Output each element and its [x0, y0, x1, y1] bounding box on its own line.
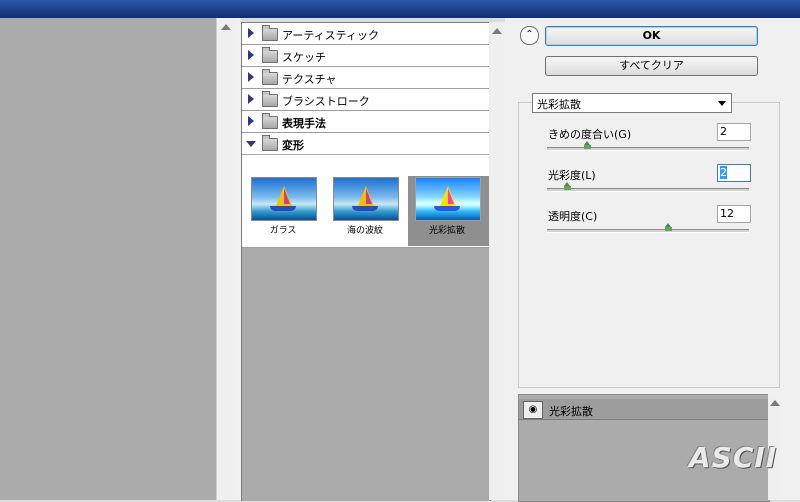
eye-icon[interactable]: ◉ — [523, 401, 543, 419]
parameters-panel — [518, 102, 780, 388]
folder-icon — [262, 25, 278, 41]
expand-triangle-icon[interactable] — [248, 72, 254, 82]
double-chevron-up-icon[interactable]: ⌃ — [520, 26, 539, 45]
category-label: スケッチ — [282, 51, 326, 64]
hull-shape — [352, 206, 378, 211]
window-title-bar — [0, 0, 800, 18]
effect-layer-name: 光彩拡散 — [549, 405, 593, 418]
slider-knob[interactable] — [665, 223, 672, 231]
scroll-up-arrow-icon[interactable] — [221, 24, 231, 30]
category-artistic[interactable]: アーティスティック — [242, 23, 490, 45]
scroll-up-arrow-icon[interactable] — [770, 400, 780, 406]
slider-knob[interactable] — [584, 141, 591, 149]
slider-knob[interactable] — [564, 182, 571, 190]
folder-icon — [262, 69, 278, 85]
category-texture[interactable]: テクスチャ — [242, 67, 490, 89]
expand-triangle-icon[interactable] — [248, 28, 254, 38]
collapse-triangle-icon[interactable] — [246, 141, 256, 147]
filter-thumbnails: ガラス 海の波紋 光彩拡散 — [242, 155, 490, 248]
hull-shape — [434, 206, 460, 211]
param-input-glow-amount[interactable]: 2 — [717, 164, 751, 182]
category-label: 表現手法 — [282, 117, 326, 130]
param-label-glow-amount: 光彩度(L) — [548, 169, 596, 182]
watermark-logo: ASCII — [689, 441, 778, 474]
param-label-graininess: きめの度合い(G) — [548, 128, 632, 141]
category-label: アーティスティック — [282, 29, 380, 42]
ok-button[interactable]: OK — [545, 26, 758, 46]
sail-shape — [366, 188, 372, 204]
clear-all-button[interactable]: すべてクリア — [545, 56, 758, 76]
param-input-clear-amount[interactable]: 12 — [717, 205, 751, 223]
filter-label[interactable]: 海の波紋 — [325, 223, 405, 236]
sail-shape — [448, 188, 454, 204]
expand-triangle-icon[interactable] — [248, 94, 254, 104]
preview-canvas[interactable] — [0, 18, 216, 500]
param-slider-glow-amount[interactable] — [547, 182, 749, 192]
filter-label[interactable]: 光彩拡散 — [407, 223, 487, 236]
param-slider-graininess[interactable] — [547, 141, 749, 151]
category-label: テクスチャ — [282, 73, 337, 86]
param-input-graininess[interactable]: 2 — [717, 123, 751, 141]
expand-triangle-icon[interactable] — [248, 116, 254, 126]
filter-label[interactable]: ガラス — [243, 223, 323, 236]
param-label-clear-amount: 透明度(C) — [548, 210, 598, 223]
folder-icon — [262, 113, 278, 129]
filter-thumb-glass[interactable] — [251, 177, 317, 221]
category-sketch[interactable]: スケッチ — [242, 45, 490, 67]
category-distort[interactable]: 変形 — [242, 133, 490, 154]
filter-select[interactable]: 光彩拡散 — [532, 93, 732, 113]
preview-scrollbar[interactable] — [216, 18, 235, 500]
category-brush-strokes[interactable]: ブラシストローク — [242, 89, 490, 111]
folder-icon — [262, 91, 278, 107]
hull-shape — [270, 206, 296, 211]
filter-thumb-ocean-ripple[interactable] — [333, 177, 399, 221]
settings-panel: ⌃ OK すべてクリア 光彩拡散 きめの度合い(G) 2 光彩度(L) 2 透明… — [505, 18, 800, 502]
category-stylize[interactable]: 表現手法 — [242, 111, 490, 133]
param-slider-clear-amount[interactable] — [547, 223, 749, 233]
effect-layer-row[interactable]: ◉ 光彩拡散 — [519, 399, 769, 420]
filter-gallery-panel: アーティスティック スケッチ テクスチャ ブラシストローク 表現手法 変形 ガラ… — [241, 22, 491, 501]
folder-icon — [262, 47, 278, 63]
category-label: ブラシストローク — [282, 95, 370, 108]
filter-select-value: 光彩拡散 — [537, 98, 581, 111]
chevron-down-icon[interactable] — [718, 101, 726, 106]
category-label: 変形 — [282, 139, 304, 152]
gallery-scrollbar[interactable] — [489, 22, 505, 500]
param-value-selected: 2 — [720, 166, 727, 179]
panel-divider — [234, 18, 241, 500]
expand-triangle-icon[interactable] — [248, 50, 254, 60]
open-folder-icon — [262, 135, 278, 151]
filter-thumb-diffuse-glow[interactable] — [415, 177, 481, 221]
scroll-up-arrow-icon[interactable] — [492, 28, 502, 34]
sail-shape — [284, 188, 290, 204]
